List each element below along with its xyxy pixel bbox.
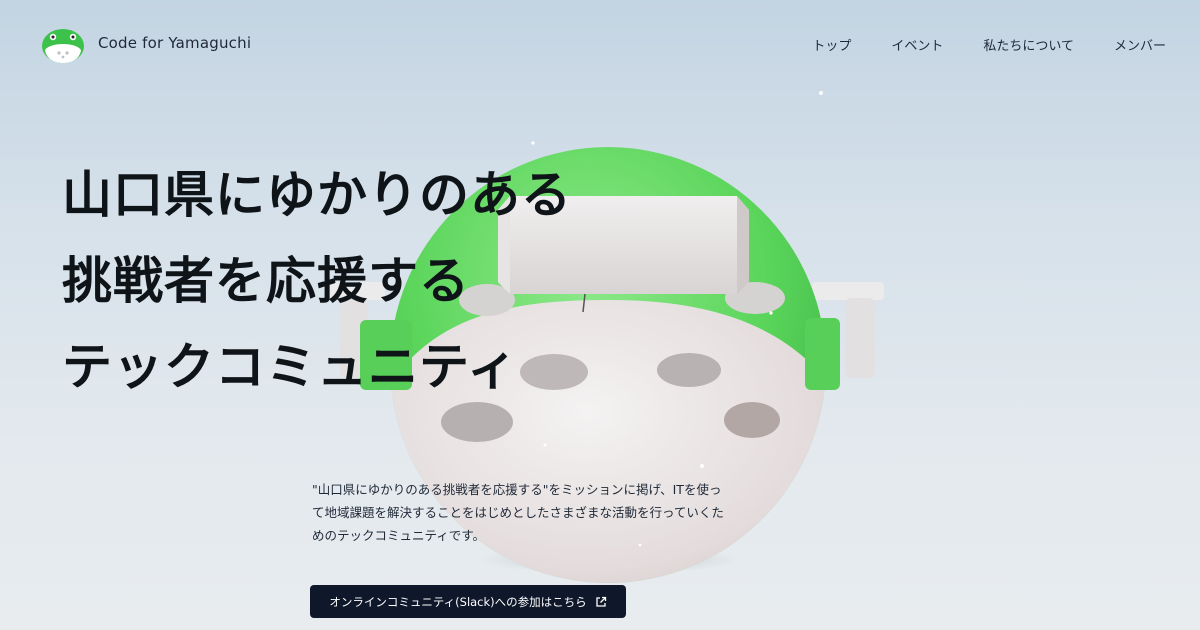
- main-nav: トップ イベント 私たちについて メンバー: [812, 35, 1166, 54]
- headline-line-1: 山口県にゆかりのある: [62, 166, 572, 224]
- mascot-logo-icon: [42, 29, 84, 63]
- slack-join-label: オンラインコミュニティ(Slack)への参加はこちら: [329, 594, 587, 609]
- nav-link-members[interactable]: メンバー: [1114, 35, 1166, 54]
- site-header: Code for Yamaguchi トップ イベント 私たちについて メンバー: [0, 0, 1200, 90]
- external-link-icon: [596, 596, 606, 607]
- slack-join-button[interactable]: オンラインコミュニティ(Slack)への参加はこちら: [310, 585, 626, 618]
- nav-link-about[interactable]: 私たちについて: [983, 35, 1074, 54]
- hero-headline: 山口県にゆかりのある 挑戦者を応援する テックコミュニティ: [62, 152, 572, 410]
- nav-link-events[interactable]: イベント: [891, 35, 943, 54]
- site-logo[interactable]: Code for Yamaguchi: [40, 22, 251, 64]
- hero-description: "山口県にゆかりのある挑戦者を応援する"をミッションに掲げ、ITを使って地域課題…: [312, 482, 724, 543]
- brand-name: Code for Yamaguchi: [98, 34, 252, 52]
- nav-link-top[interactable]: トップ: [812, 35, 851, 54]
- headline-line-3: テックコミュニティ: [62, 338, 518, 396]
- headline-line-2: 挑戦者を応援する: [62, 252, 470, 310]
